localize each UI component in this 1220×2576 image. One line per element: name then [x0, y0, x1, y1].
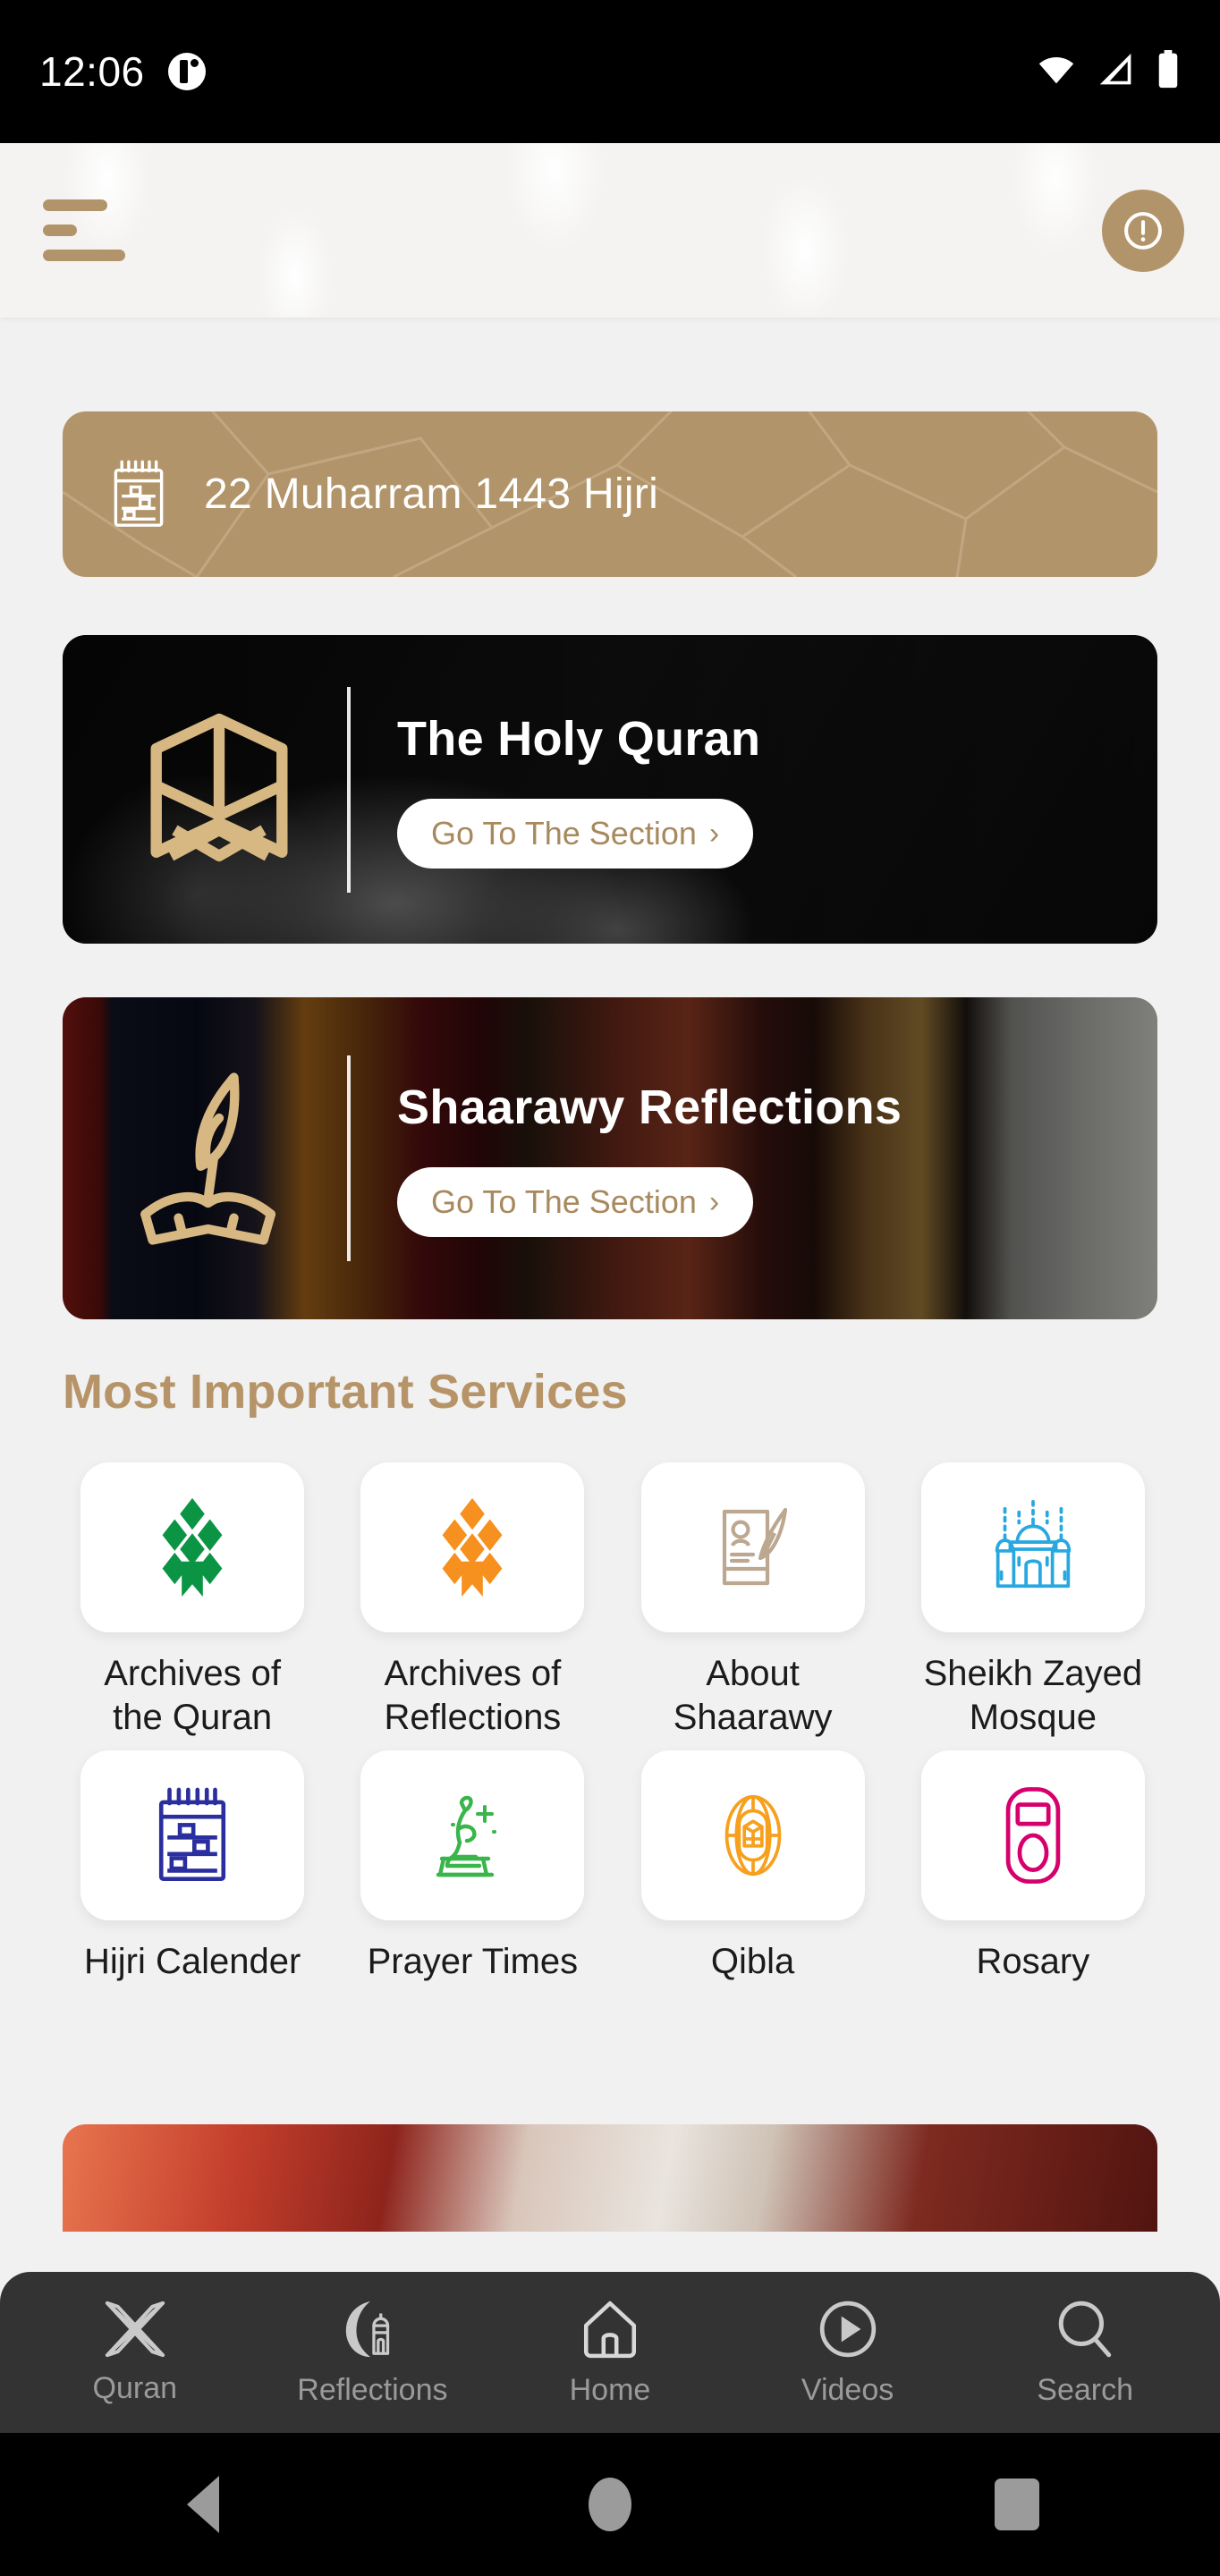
- service-label: Hijri Calender: [83, 1942, 301, 1981]
- service-tile-sheikh-zayed-mosque[interactable]: Sheikh Zayed Mosque: [903, 1462, 1163, 1741]
- nav-label: Search: [1037, 2372, 1134, 2407]
- nav-item-search[interactable]: Search: [995, 2298, 1174, 2408]
- service-label: Rosary: [976, 1942, 1090, 1981]
- card-title: Shaarawy Reflections: [397, 1080, 902, 1134]
- nav-item-reflections[interactable]: Reflections: [283, 2298, 462, 2408]
- qibla-compass-icon: [724, 1794, 781, 1877]
- rosary-counter-icon: [1005, 1787, 1061, 1884]
- card-divider: [347, 1055, 351, 1261]
- open-quran-book-icon: [150, 713, 288, 862]
- chevron-right-icon: ›: [708, 816, 720, 851]
- status-bar-right: [1036, 49, 1181, 94]
- service-label: About Shaarawy: [673, 1654, 833, 1737]
- card-divider: [347, 686, 351, 893]
- nav-label: Reflections: [297, 2372, 448, 2407]
- mosque-icon: [995, 1499, 1072, 1589]
- praying-person-icon: [436, 1795, 497, 1877]
- service-tile-qibla[interactable]: Qibla: [623, 1750, 883, 2029]
- search-icon: [1058, 2301, 1112, 2357]
- services-grid: Archives of the Quran Archives of Reflec…: [63, 1462, 1163, 2029]
- status-bar-clock: 12:06: [39, 48, 145, 95]
- nav-item-quran[interactable]: Quran: [46, 2300, 225, 2406]
- main-content: 22 Muharram 1443 Hijri The Holy Quran Go…: [0, 318, 1220, 2232]
- nav-label: Home: [569, 2372, 651, 2407]
- cellular-signal-icon: [1097, 52, 1136, 92]
- hijri-date-banner[interactable]: 22 Muharram 1443 Hijri: [63, 411, 1157, 577]
- next-card-peek[interactable]: [63, 2124, 1157, 2232]
- go-to-section-label: Go To The Section: [431, 814, 697, 852]
- crossed-rihal-icon: [105, 2301, 165, 2357]
- feature-card-shaarawy-reflections[interactable]: Shaarawy Reflections Go To The Section ›: [63, 997, 1157, 1319]
- go-to-section-label: Go To The Section: [431, 1183, 697, 1220]
- app-screen: 12:06 22 Muharram 1443 Hijri The Holy Qu…: [0, 0, 1220, 2576]
- service-tile-about-shaarawy[interactable]: About Shaarawy: [623, 1462, 883, 1741]
- service-label: Archives of Reflections: [384, 1654, 562, 1737]
- service-tile-rosary[interactable]: Rosary: [903, 1750, 1163, 2029]
- nav-label: Videos: [801, 2372, 894, 2407]
- notification-dot-icon: [167, 53, 206, 90]
- nav-item-home[interactable]: Home: [521, 2298, 699, 2408]
- home-icon: [583, 2301, 637, 2358]
- chevron-right-icon: ›: [708, 1185, 720, 1219]
- service-label: Qibla: [710, 1942, 795, 1981]
- android-navigation-bar: [0, 2433, 1220, 2576]
- service-label: Prayer Times: [367, 1942, 579, 1981]
- app-header: [0, 143, 1220, 318]
- play-circle-icon: [819, 2301, 876, 2357]
- document-quill-icon: [722, 1507, 787, 1586]
- nav-item-videos[interactable]: Videos: [758, 2298, 937, 2408]
- hijri-calendar-icon: [114, 460, 164, 527]
- hamburger-menu-icon[interactable]: [36, 192, 132, 268]
- android-home-icon[interactable]: [556, 2464, 664, 2545]
- service-tile-archives-quran[interactable]: Archives of the Quran: [63, 1462, 322, 1741]
- services-section-title: Most Important Services: [63, 1365, 628, 1419]
- crescent-mosque-icon: [346, 2301, 390, 2357]
- status-bar: 12:06: [0, 0, 1220, 143]
- info-alert-icon[interactable]: [1102, 189, 1184, 272]
- service-label: Archives of the Quran: [104, 1654, 282, 1737]
- android-back-icon[interactable]: [149, 2464, 257, 2545]
- service-label: Sheikh Zayed Mosque: [923, 1654, 1143, 1737]
- status-bar-left: 12:06: [39, 47, 206, 96]
- go-to-section-button[interactable]: Go To The Section ›: [397, 1167, 754, 1237]
- calendar-icon: [159, 1787, 226, 1881]
- card-title: The Holy Quran: [397, 711, 761, 766]
- wifi-icon: [1036, 52, 1077, 92]
- bottom-navigation-bar: Quran Reflections Home Videos Search: [0, 2272, 1220, 2433]
- feature-card-holy-quran[interactable]: The Holy Quran Go To The Section ›: [63, 635, 1157, 944]
- battery-full-icon: [1156, 49, 1181, 94]
- quill-and-book-icon: [140, 1072, 276, 1245]
- android-recents-icon[interactable]: [963, 2464, 1071, 2545]
- diamond-bookmark-icon: [442, 1497, 503, 1597]
- nav-label: Quran: [92, 2370, 178, 2405]
- hijri-date-text: 22 Muharram 1443 Hijri: [204, 470, 659, 518]
- service-tile-prayer-times[interactable]: Prayer Times: [343, 1750, 602, 2029]
- diamond-bookmark-icon: [162, 1497, 223, 1597]
- go-to-section-button[interactable]: Go To The Section ›: [397, 798, 754, 869]
- service-tile-archives-reflections[interactable]: Archives of Reflections: [343, 1462, 602, 1741]
- service-tile-hijri-calender[interactable]: Hijri Calender: [63, 1750, 322, 2029]
